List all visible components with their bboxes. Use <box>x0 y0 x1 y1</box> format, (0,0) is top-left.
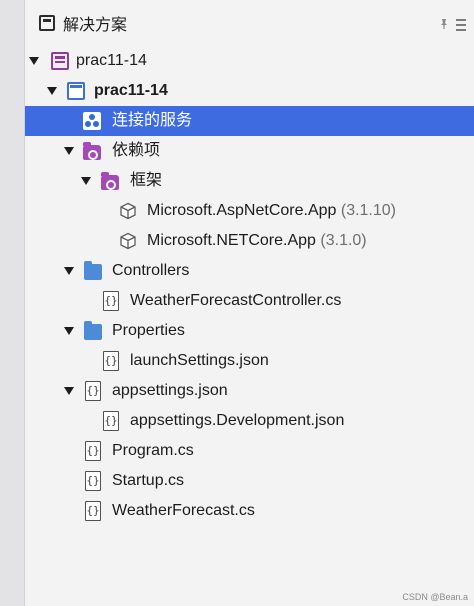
panel-header: 解决方案 <box>25 0 474 46</box>
expand-arrow-icon[interactable] <box>81 177 91 185</box>
tree-row-solution[interactable]: prac11-14 <box>25 46 474 76</box>
expand-arrow-icon[interactable] <box>64 387 74 395</box>
tree-row-framework-netcore[interactable]: Microsoft.NETCore.App (3.1.0) <box>25 226 474 256</box>
solution-icon <box>51 52 69 70</box>
tree-row-project[interactable]: prac11-14 <box>25 76 474 106</box>
package-icon <box>119 202 137 220</box>
tree-row-dependencies[interactable]: 依赖项 <box>25 136 474 166</box>
watermark: CSDN @Bean.a <box>402 592 468 602</box>
json-file-icon: {} <box>85 381 101 401</box>
file-label: WeatherForecast.cs <box>112 502 255 519</box>
expand-arrow-icon[interactable] <box>64 147 74 155</box>
expand-arrow-icon[interactable] <box>29 57 39 65</box>
file-label: appsettings.json <box>112 382 228 399</box>
expand-arrow-icon[interactable] <box>64 267 74 275</box>
folder-label: Controllers <box>112 262 190 279</box>
code-file-icon: {} <box>103 291 119 311</box>
framework-label: Microsoft.AspNetCore.App (3.1.10) <box>147 202 396 220</box>
framework-name: Microsoft.NETCore.App <box>147 232 316 249</box>
folder-icon <box>84 321 102 340</box>
file-label: WeatherForecastController.cs <box>130 292 342 309</box>
framework-label: Microsoft.NETCore.App (3.1.0) <box>147 232 367 250</box>
menu-icon[interactable] <box>454 16 468 32</box>
project-label: prac11-14 <box>94 82 168 99</box>
connected-services-label: 连接的服务 <box>112 112 193 129</box>
pin-icon[interactable] <box>438 18 450 30</box>
file-label: appsettings.Development.json <box>130 412 345 429</box>
tree-row-connected-services[interactable]: 连接的服务 <box>25 106 474 136</box>
framework-name: Microsoft.AspNetCore.App <box>147 202 337 219</box>
panel-title: 解决方案 <box>63 17 128 34</box>
framework-version: (3.1.0) <box>320 232 367 249</box>
tree-row-startup[interactable]: {} Startup.cs <box>25 466 474 496</box>
code-file-icon: {} <box>85 501 101 521</box>
package-icon <box>119 232 137 250</box>
window-icon <box>39 15 55 31</box>
tree-row-launch-settings[interactable]: {} launchSettings.json <box>25 346 474 376</box>
framework-version: (3.1.10) <box>340 202 396 219</box>
expand-arrow-icon[interactable] <box>47 87 57 95</box>
project-icon <box>67 82 85 100</box>
json-file-icon: {} <box>103 351 119 371</box>
dependencies-label: 依赖项 <box>112 142 161 159</box>
code-file-icon: {} <box>85 471 101 491</box>
solution-explorer-window: 解决方案 prac11-14 prac11-14 连接的服务 依赖项 框架 Mi… <box>0 0 474 606</box>
solution-label: prac11-14 <box>76 52 147 69</box>
tree-row-properties-folder[interactable]: Properties <box>25 316 474 346</box>
tree-row-program[interactable]: {} Program.cs <box>25 436 474 466</box>
tree-row-frameworks[interactable]: 框架 <box>25 166 474 196</box>
json-file-icon: {} <box>103 411 119 431</box>
folder-icon <box>84 261 102 280</box>
tree-row-controller-file[interactable]: {} WeatherForecastController.cs <box>25 286 474 316</box>
frameworks-icon <box>101 172 119 190</box>
dependencies-icon <box>83 142 101 160</box>
tree-row-weather-forecast[interactable]: {} WeatherForecast.cs <box>25 496 474 526</box>
expand-arrow-icon[interactable] <box>64 327 74 335</box>
tree-row-appsettings-development[interactable]: {} appsettings.Development.json <box>25 406 474 436</box>
frameworks-label: 框架 <box>130 172 163 189</box>
folder-label: Properties <box>112 322 185 339</box>
code-file-icon: {} <box>85 441 101 461</box>
file-label: Startup.cs <box>112 472 185 489</box>
file-label: launchSettings.json <box>130 352 269 369</box>
tree-row-appsettings[interactable]: {} appsettings.json <box>25 376 474 406</box>
file-label: Program.cs <box>112 442 194 459</box>
connected-services-icon <box>83 112 101 130</box>
tree-row-framework-aspnetcore[interactable]: Microsoft.AspNetCore.App (3.1.10) <box>25 196 474 226</box>
tree-row-controllers-folder[interactable]: Controllers <box>25 256 474 286</box>
left-gutter <box>0 0 25 606</box>
